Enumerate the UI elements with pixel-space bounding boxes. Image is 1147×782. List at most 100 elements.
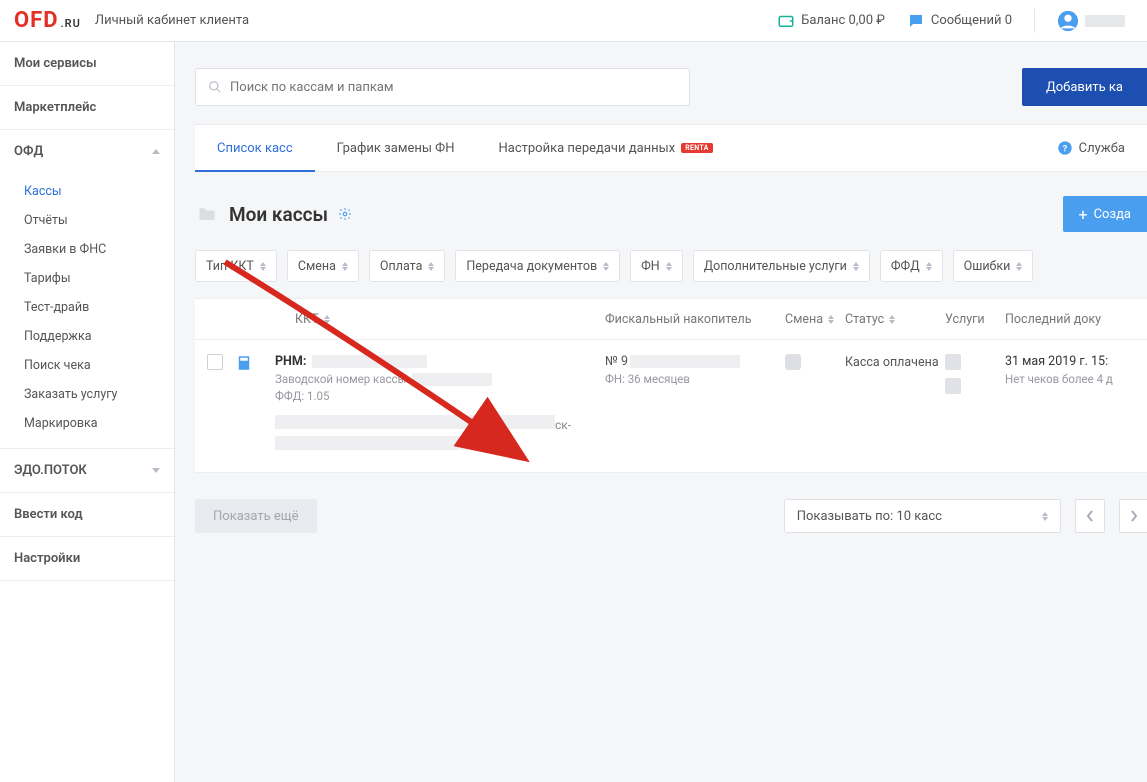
nav-ofd-submenu: Кассы Отчёты Заявки в ФНС Тарифы Тест-др… — [0, 173, 174, 448]
sidebar: Мои сервисы Маркетплейс ОФД Кассы Отчёты… — [0, 42, 175, 782]
fn-term: ФН: 36 месяцев — [605, 372, 785, 386]
chevron-left-icon — [1086, 510, 1094, 522]
show-more-button[interactable]: Показать ещё — [195, 499, 317, 533]
filter-extra-services[interactable]: Дополнительные услуги — [693, 250, 870, 282]
tabs-bar: Список касс График замены ФН Настройка п… — [195, 124, 1147, 172]
filter-ffd[interactable]: ФФД — [880, 250, 943, 282]
nav-item-support[interactable]: Поддержка — [0, 322, 174, 351]
nav-item-tariffs[interactable]: Тарифы — [0, 264, 174, 293]
filter-doc-transfer[interactable]: Передача документов — [455, 250, 620, 282]
search-box[interactable] — [195, 68, 690, 106]
nav-item-receipt-search[interactable]: Поиск чека — [0, 351, 174, 380]
nav-settings[interactable]: Настройки — [0, 537, 174, 580]
nav-item-reports[interactable]: Отчёты — [0, 206, 174, 235]
shift-status-icon — [785, 354, 801, 370]
last-doc-note: Нет чеков более 4 д — [1005, 372, 1147, 386]
user-name-redacted — [1085, 15, 1125, 27]
tab-fn-schedule[interactable]: График замены ФН — [315, 125, 477, 171]
nav-ofd[interactable]: ОФД — [0, 130, 174, 173]
th-status[interactable]: Статус — [845, 312, 945, 327]
th-fn: Фискальный накопитель — [605, 312, 785, 327]
search-row: Добавить ка — [175, 42, 1147, 124]
filter-errors[interactable]: Ошибки — [953, 250, 1034, 282]
messages-widget[interactable]: Сообщений 0 — [907, 12, 1012, 30]
renta-badge: RENTA — [681, 143, 712, 153]
add-cash-button[interactable]: Добавить ка — [1022, 68, 1147, 106]
table-row[interactable]: РНМ: Заводской номер кассы: ФФД: 1.05 ск… — [195, 340, 1147, 473]
logo-ru: .RU — [61, 17, 81, 30]
fn-redacted — [630, 355, 740, 368]
service-icon-2 — [945, 378, 961, 394]
sort-icon — [889, 315, 895, 324]
table-footer: Показать ещё Показывать по: 10 касс — [195, 499, 1147, 533]
sort-icon — [324, 315, 330, 324]
kkt-icon — [235, 354, 275, 376]
nav-item-marking[interactable]: Маркировка — [0, 409, 174, 438]
header: OFD .RU Личный кабинет клиента Баланс 0,… — [0, 0, 1147, 42]
folder-icon — [195, 204, 219, 224]
rnm-redacted — [312, 355, 427, 368]
th-shift[interactable]: Смена — [785, 312, 845, 327]
section-title: Мои кассы — [229, 203, 328, 226]
sort-icon — [666, 262, 672, 271]
ffd-line: ФФД: 1.05 — [275, 389, 605, 403]
sort-icon — [428, 262, 434, 271]
nav-item-testdrive[interactable]: Тест-драйв — [0, 293, 174, 322]
sort-icon — [1016, 262, 1022, 271]
nav-item-kassy[interactable]: Кассы — [0, 177, 174, 206]
section-title-row: Мои кассы + Созда — [195, 196, 1147, 232]
status-text: Касса оплачена — [845, 354, 945, 372]
filter-fn[interactable]: ФН — [630, 250, 683, 282]
filters-row: Тип ККТ Смена Оплата Передача документов… — [195, 250, 1147, 282]
nav-my-services[interactable]: Мои сервисы — [0, 42, 174, 85]
filter-payment[interactable]: Оплата — [369, 250, 445, 282]
logo[interactable]: OFD .RU — [14, 8, 81, 33]
pager-next[interactable] — [1119, 499, 1147, 533]
serial-label: Заводской номер кассы: — [275, 372, 409, 386]
main-content: Добавить ка Список касс График замены ФН… — [175, 42, 1147, 782]
sort-icon — [342, 262, 348, 271]
sort-icon — [1042, 512, 1048, 521]
user-menu[interactable] — [1057, 10, 1125, 32]
header-subtitle: Личный кабинет клиента — [95, 13, 249, 28]
nav-item-fns[interactable]: Заявки в ФНС — [0, 235, 174, 264]
balance-widget[interactable]: Баланс 0,00 ₽ — [777, 12, 885, 30]
create-button[interactable]: + Созда — [1063, 196, 1147, 232]
service-icon-1 — [945, 354, 961, 370]
sort-icon — [603, 262, 609, 271]
filter-kkt-type[interactable]: Тип ККТ — [195, 250, 277, 282]
message-icon — [907, 12, 925, 30]
wallet-icon — [777, 12, 795, 30]
search-input[interactable] — [230, 80, 677, 95]
address2-redacted — [275, 436, 475, 450]
serial-redacted — [412, 373, 492, 386]
pager-prev[interactable] — [1075, 499, 1105, 533]
page-size-select[interactable]: Показывать по: 10 касс — [784, 499, 1061, 533]
messages-text: Сообщений 0 — [931, 13, 1012, 28]
search-icon — [208, 80, 222, 94]
kassy-table: ККТ Фискальный накопитель Смена Статус У… — [195, 298, 1147, 473]
balance-text: Баланс 0,00 ₽ — [801, 13, 885, 28]
nav-marketplace[interactable]: Маркетплейс — [0, 86, 174, 129]
gear-icon[interactable] — [338, 207, 352, 221]
header-divider — [1034, 9, 1035, 33]
nav-edo[interactable]: ЭДО.ПОТОК — [0, 449, 174, 492]
tab-list[interactable]: Список касс — [195, 125, 315, 171]
help-icon: ? — [1057, 140, 1073, 156]
sort-icon — [853, 262, 859, 271]
rnm-label: РНМ: — [275, 354, 306, 369]
nav-item-order-service[interactable]: Заказать услугу — [0, 380, 174, 409]
logo-main: OFD — [14, 8, 59, 33]
nav-enter-code[interactable]: Ввести код — [0, 493, 174, 536]
help-link[interactable]: ? Служба — [1035, 125, 1147, 171]
svg-text:?: ? — [1062, 143, 1067, 154]
chevron-right-icon — [1130, 510, 1138, 522]
th-lastdoc: Последний доку — [1005, 312, 1147, 327]
fn-number: № 9 — [605, 354, 628, 369]
th-kkt[interactable]: ККТ — [275, 312, 605, 327]
plus-icon: + — [1079, 205, 1088, 224]
tab-data-transfer[interactable]: Настройка передачи данныхRENTA — [476, 125, 734, 171]
row-checkbox[interactable] — [207, 354, 223, 370]
th-services: Услуги — [945, 312, 1005, 327]
filter-shift[interactable]: Смена — [287, 250, 359, 282]
